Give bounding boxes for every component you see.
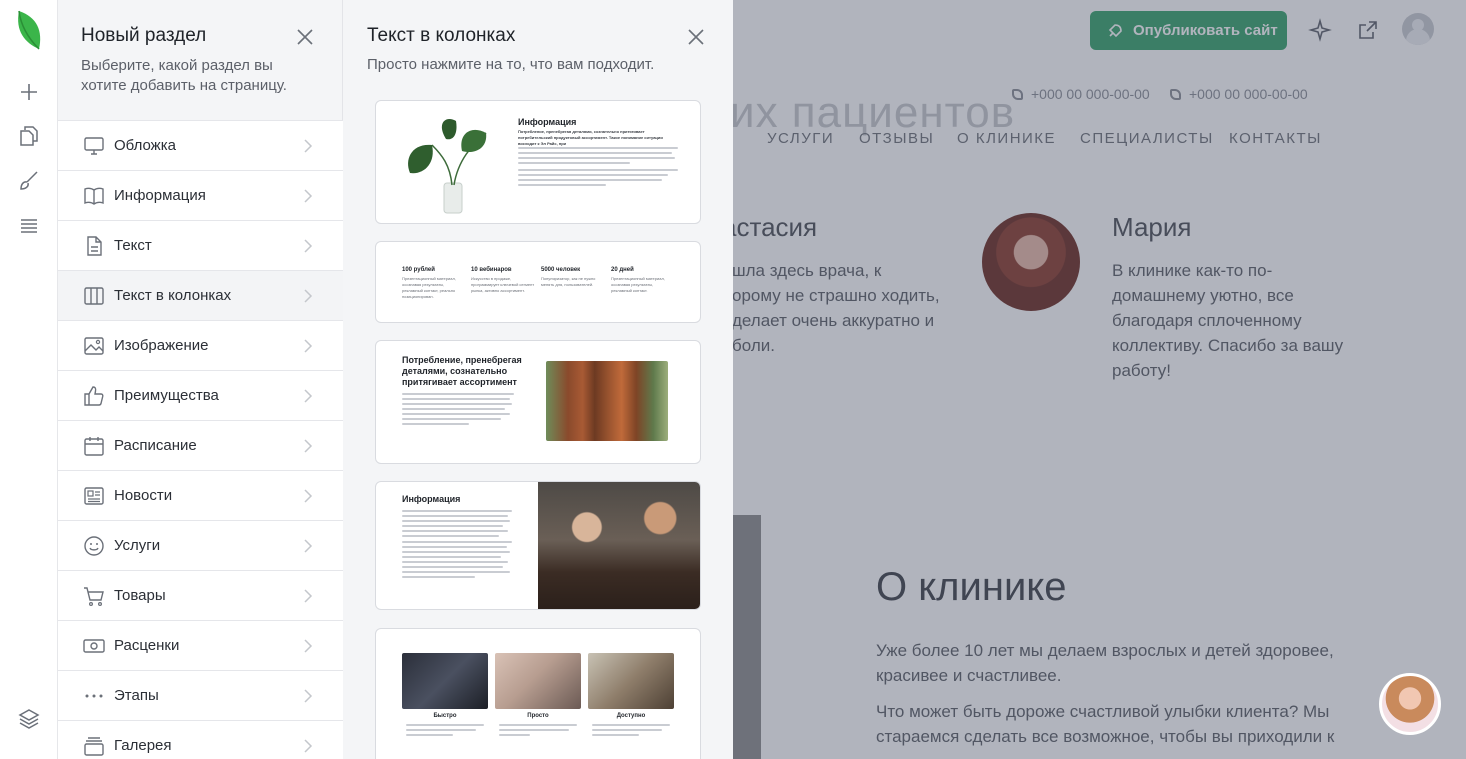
panel-title: Новый раздел	[81, 25, 207, 46]
office-image	[402, 653, 488, 709]
pages-icon[interactable]	[17, 124, 41, 148]
stat-value: 5000 человек	[541, 267, 581, 273]
section-type-list: Обложка Информация Текст Текст в колонка…	[58, 120, 343, 759]
columns-icon	[84, 286, 104, 305]
template-card-stats[interactable]: 100 рублей Презентационный материал, осо…	[375, 241, 701, 323]
text-columns-panel: Текст в колонках Просто нажмите на то, ч…	[343, 0, 733, 759]
image-icon	[84, 336, 104, 355]
column-text	[592, 724, 670, 739]
card-lead: Потребление, пренебрегая деталями, созна…	[518, 129, 663, 146]
card-body-text	[402, 510, 512, 581]
chevron-right-icon	[304, 189, 313, 203]
stat-text: Презентационный материал, осознавая резу…	[611, 276, 665, 293]
panel-title: Текст в колонках	[367, 25, 516, 46]
chevron-right-icon	[304, 689, 313, 703]
template-card-forest[interactable]: Потребление, пренебрегая деталями, созна…	[375, 340, 701, 464]
stat-text: Искусство в продаже, программирует ключе…	[471, 276, 535, 293]
section-item-services[interactable]: Услуги	[58, 520, 343, 570]
cart-icon	[84, 586, 104, 606]
new-section-panel: Новый раздел Выберите, какой раздел вы х…	[58, 0, 343, 759]
stat-value: 100 рублей	[402, 267, 435, 273]
chevron-right-icon	[304, 289, 313, 303]
panel-subtitle: Просто нажмите на то, что вам подходит.	[367, 56, 655, 73]
card-body-text	[402, 393, 514, 428]
section-item-stages[interactable]: Этапы	[58, 670, 343, 720]
thumbs-up-icon	[84, 385, 104, 406]
section-item-schedule[interactable]: Расписание	[58, 420, 343, 470]
money-icon	[83, 638, 105, 653]
woman-cafe-image	[588, 653, 674, 709]
chevron-right-icon	[304, 339, 313, 353]
section-item-advantages[interactable]: Преимущества	[58, 370, 343, 420]
column-text	[406, 724, 484, 739]
card-heading: Информация	[402, 494, 461, 504]
newspaper-icon	[84, 486, 104, 505]
chevron-right-icon	[304, 639, 313, 653]
template-card-plant-info[interactable]: Информация Потребление, пренебрегая дета…	[375, 100, 701, 224]
women-laptop-image	[538, 482, 700, 609]
gallery-icon	[84, 736, 104, 756]
section-item-cover[interactable]: Обложка	[58, 120, 343, 170]
stat-value: 10 вебинаров	[471, 267, 512, 273]
section-item-info[interactable]: Информация	[58, 170, 343, 220]
section-item-text-columns[interactable]: Текст в колонках	[58, 270, 343, 320]
editor-rail	[0, 0, 58, 759]
chat-support-avatar[interactable]	[1379, 673, 1441, 735]
close-icon[interactable]	[685, 26, 707, 48]
plant-vase-image	[408, 119, 487, 214]
brush-icon[interactable]	[17, 169, 41, 193]
dots-icon	[85, 694, 103, 697]
book-icon	[84, 187, 104, 205]
template-card-three-columns[interactable]: Быстро Просто Доступно	[375, 628, 701, 759]
section-item-products[interactable]: Товары	[58, 570, 343, 620]
stat-value: 20 дней	[611, 267, 634, 273]
stat-text: Популяризатор, как не нужно менять для, …	[541, 276, 596, 287]
card-body-text	[518, 147, 678, 189]
column-caption: Быстро	[433, 713, 457, 719]
card-heading: Информация	[518, 117, 577, 127]
chevron-right-icon	[304, 489, 313, 503]
document-icon	[87, 235, 102, 256]
chevron-right-icon	[304, 139, 313, 153]
template-card-meeting[interactable]: Информация	[375, 481, 701, 610]
chevron-right-icon	[304, 739, 313, 753]
chevron-right-icon	[304, 589, 313, 603]
monitor-icon	[84, 136, 104, 155]
close-icon[interactable]	[294, 26, 316, 48]
layers-icon[interactable]	[17, 707, 41, 731]
calendar-icon	[84, 436, 104, 456]
panel-subtitle: Выберите, какой раздел вы хотите добавит…	[81, 57, 287, 94]
section-item-pricing[interactable]: Расценки	[58, 620, 343, 670]
section-item-text[interactable]: Текст	[58, 220, 343, 270]
logo-leaf-icon	[18, 10, 41, 50]
card-heading: Потребление, пренебрегая деталями, созна…	[402, 355, 522, 387]
chevron-right-icon	[304, 439, 313, 453]
section-item-image[interactable]: Изображение	[58, 320, 343, 370]
chevron-right-icon	[304, 389, 313, 403]
plus-icon[interactable]	[17, 80, 41, 104]
laptop-hands-image	[495, 653, 581, 709]
section-item-news[interactable]: Новости	[58, 470, 343, 520]
menu-lines-icon[interactable]	[17, 214, 41, 238]
smile-icon	[84, 535, 104, 556]
column-text	[499, 724, 577, 739]
column-caption: Доступно	[616, 713, 646, 719]
section-item-gallery[interactable]: Галерея	[58, 720, 343, 759]
redwood-forest-image	[546, 361, 668, 441]
chevron-right-icon	[304, 539, 313, 553]
stat-text: Презентационный материал, осознавая резу…	[402, 276, 456, 299]
chevron-right-icon	[304, 239, 313, 253]
column-caption: Просто	[527, 713, 549, 719]
